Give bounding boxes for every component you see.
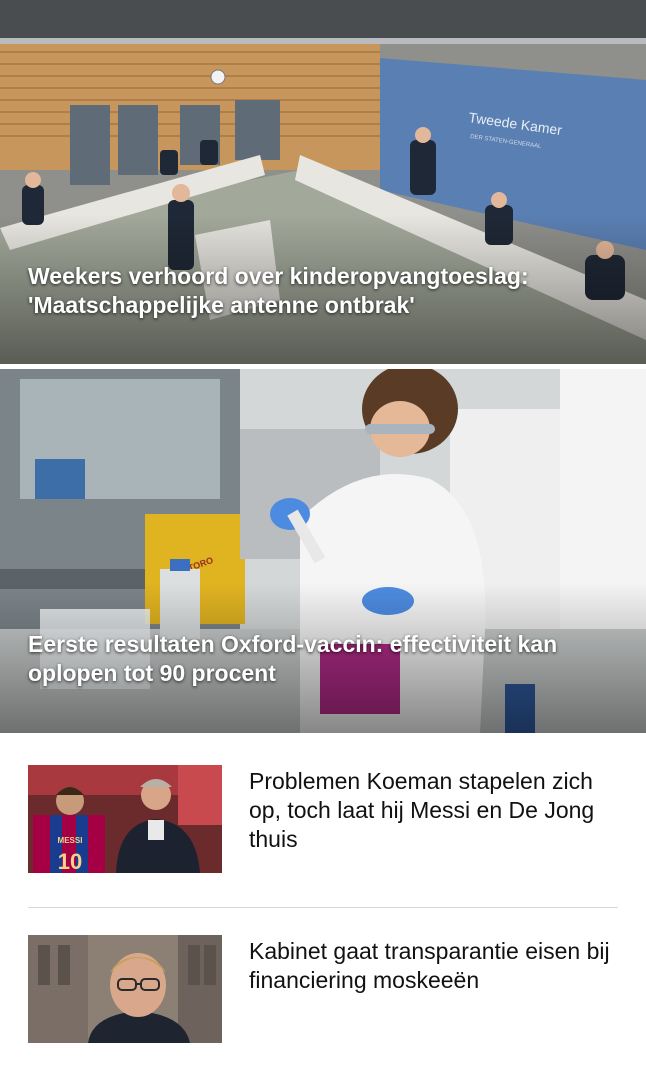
thumbnail-minister[interactable] <box>28 935 222 1043</box>
hero-headline[interactable]: Eerste resultaten Oxford-vaccin: effecti… <box>28 630 622 688</box>
minister-portrait-photo <box>28 935 222 1043</box>
hero-article-vaccine[interactable]: PETORO Eerste resultaten Oxford-vaccin: … <box>0 369 646 733</box>
list-item-headline[interactable]: Problemen Koeman stapelen zich op, toch … <box>249 765 618 873</box>
list-divider <box>28 907 618 908</box>
football-photo: MESSI 10 <box>28 765 222 873</box>
hero-headline[interactable]: Weekers verhoord over kinderopvangtoesla… <box>28 262 622 320</box>
thumbnail-koeman-messi[interactable]: MESSI 10 <box>28 765 222 873</box>
hero-article-parliament[interactable]: Tweede Kamer DER STATEN-GENERAAL Weekers… <box>0 0 646 364</box>
list-item-koeman[interactable]: MESSI 10 Problemen Koeman stapelen zich … <box>28 765 618 873</box>
jersey-number: 10 <box>58 849 82 873</box>
list-item-kabinet[interactable]: Kabinet gaat transparantie eisen bij fin… <box>28 935 618 1043</box>
list-item-headline[interactable]: Kabinet gaat transparantie eisen bij fin… <box>249 935 618 1043</box>
jersey-name: MESSI <box>58 836 83 845</box>
